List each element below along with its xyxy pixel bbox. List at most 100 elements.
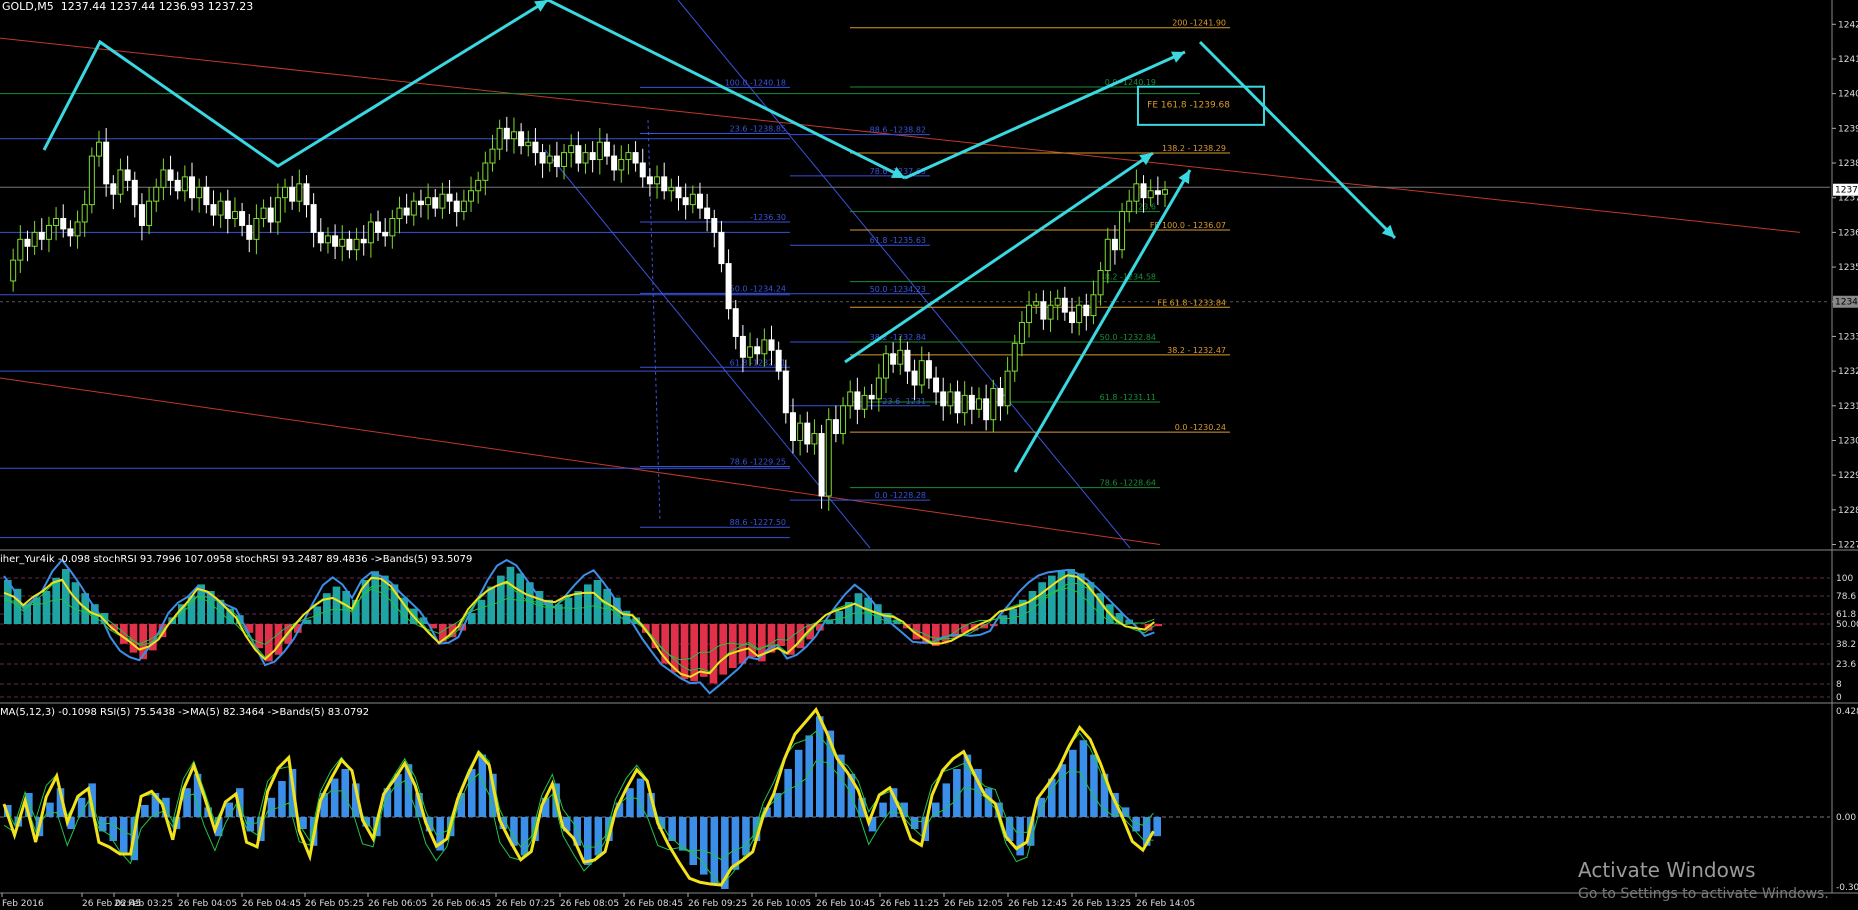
stoch-hist-bar (255, 624, 263, 649)
candle-body (696, 193, 703, 209)
candle-body (45, 224, 52, 240)
candle-body (961, 394, 968, 414)
fib-level-label: 50.0 -1234.24 (730, 284, 786, 293)
candle-body (1140, 183, 1147, 199)
candle-body (561, 152, 568, 167)
stoch-level-label: 50.00 (1836, 620, 1858, 630)
candle-body (131, 179, 138, 206)
candle-body (296, 183, 303, 202)
fib-level-label: 38.2 - 1232.47 (1167, 346, 1226, 355)
candle-body (196, 186, 203, 199)
trend-arrow[interactable] (1013, 169, 1192, 473)
candle-body (1011, 342, 1018, 372)
stoch-hist-bar (564, 597, 573, 624)
rsi-hist-bar (668, 817, 676, 841)
y-tick-label: 1228 (1838, 506, 1858, 516)
candle-body (925, 360, 932, 379)
stoch-hist-bar (71, 582, 80, 624)
candle-body (24, 238, 31, 247)
stoch-hist-bar (120, 624, 128, 644)
rsi-hist-bar (1037, 797, 1045, 817)
candle-body (1061, 297, 1068, 313)
candle-body (1018, 322, 1025, 344)
stoch-hist-bar (42, 591, 51, 624)
stoch-hist-bar (506, 566, 515, 624)
candle-body (439, 193, 446, 209)
rsi-hist-bar (267, 797, 276, 817)
candle-body (1026, 304, 1033, 324)
chart-header: GOLD,M5 1237.44 1237.44 1236.93 1237.23 (2, 0, 253, 13)
candle-body (1090, 294, 1097, 317)
stoch-hist-bar (332, 586, 341, 624)
candle-body (367, 221, 374, 244)
candle-body (1133, 183, 1140, 202)
stoch-hist-bar (1028, 591, 1037, 624)
trend-arrow[interactable] (1198, 40, 1397, 240)
stoch-hist-bar (584, 584, 592, 624)
candle-body (231, 211, 238, 220)
y-tick-label: 1230 (1838, 436, 1858, 446)
y-tick-label: 1240 (1838, 90, 1858, 100)
candle-body (1040, 301, 1047, 320)
candle-body (646, 176, 653, 185)
y-tick-label: 1238 (1838, 159, 1858, 169)
stoch-hist-bar (719, 624, 727, 675)
y-tick-label: 1227 (1838, 541, 1858, 551)
x-tick-label: 26 Feb 04:45 (242, 899, 301, 909)
candle-body (217, 200, 224, 216)
stoch-hist-bar (1154, 624, 1162, 627)
x-tick-label: 26 Feb 11:25 (880, 899, 939, 909)
fib-level-label: 200 -1241.90 (1172, 19, 1226, 28)
candle-body (1154, 190, 1161, 195)
x-tick-label: 26 Feb 14:05 (1136, 899, 1195, 909)
x-tick-label: 26 Feb 05:25 (305, 899, 364, 909)
y-tick-label: 1233 (1838, 332, 1858, 342)
stoch-hist-bar (352, 599, 360, 624)
candle-body (1147, 190, 1154, 199)
x-tick-label: 26 Feb 07:25 (496, 899, 555, 909)
candle-body (432, 197, 439, 209)
y-tick-label: 1231 (1838, 402, 1858, 412)
candle-body (761, 339, 768, 355)
candle-body (668, 186, 675, 192)
trend-arrow[interactable] (42, 0, 549, 168)
candle-body (453, 200, 460, 213)
fib-level-label: 138.2 - 1238.29 (1162, 144, 1226, 153)
candle-body (1119, 211, 1126, 251)
candle-body (525, 141, 532, 147)
candle-body (246, 224, 253, 240)
candle-body (460, 200, 467, 213)
y-tick-label: 1241 (1838, 55, 1858, 65)
candle-body (1111, 238, 1118, 251)
candle-body (489, 148, 496, 164)
candle-body (382, 231, 389, 237)
candle-body (861, 394, 868, 410)
candle-body (260, 207, 267, 220)
stoch-level-label: 0 (1836, 693, 1842, 703)
watermark-title: Activate Windows (1578, 858, 1756, 882)
candle-body (747, 346, 754, 358)
fib-level-label: 88.6 -1227.50 (730, 518, 786, 527)
rsi-hist-bar (468, 769, 476, 817)
candle-body (975, 398, 982, 410)
candle-body (518, 131, 525, 147)
candle-body (482, 162, 489, 181)
rsi-axis-bottom: -0.302 (1836, 883, 1858, 893)
candle-body (224, 200, 231, 220)
candle-body (625, 152, 632, 161)
candle-body (675, 186, 682, 199)
rsi-hist-bar (700, 817, 708, 875)
rsi-hist-bar (141, 805, 149, 817)
candle-body (510, 131, 517, 140)
candle-body (117, 169, 124, 195)
stoch-level-label: 23.6 (1836, 660, 1856, 670)
candle-body (990, 387, 997, 421)
candle-body (611, 155, 618, 171)
candle-body (825, 419, 832, 497)
rsi-hist-bar (816, 716, 824, 817)
candle-body (317, 231, 324, 244)
candle-body (546, 155, 553, 164)
candle-body (360, 238, 367, 244)
trading-chart[interactable]: 1242124112401239123812371236123512341233… (0, 0, 1858, 910)
candle-body (253, 218, 260, 240)
